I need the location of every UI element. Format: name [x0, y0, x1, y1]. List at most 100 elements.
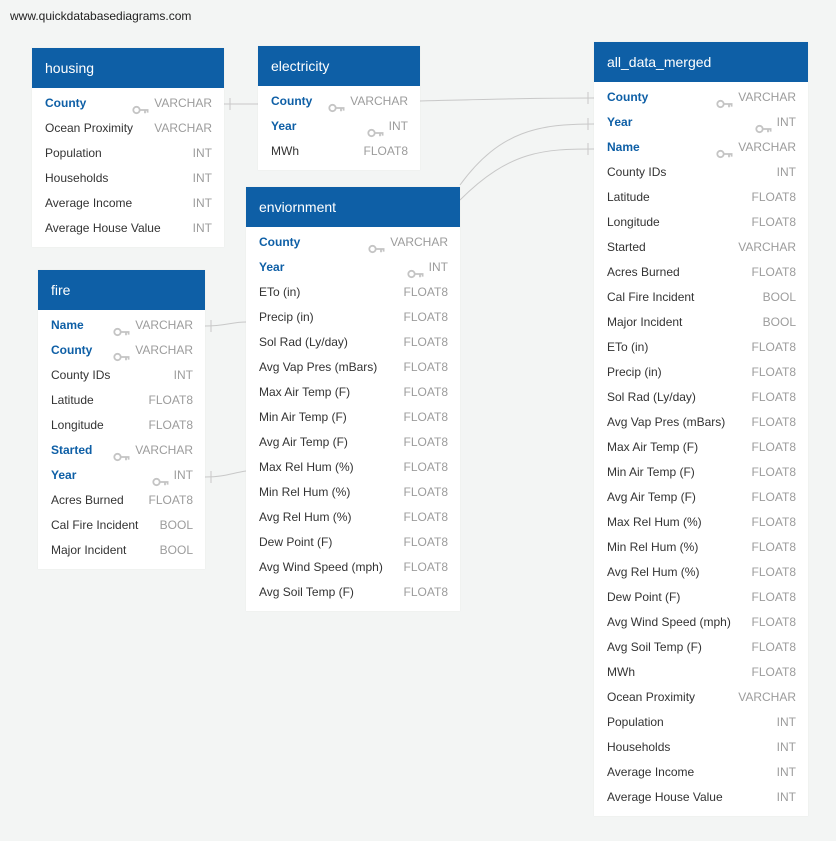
field-row[interactable]: Acres Burned FLOAT8: [594, 260, 808, 285]
field-name: Avg Vap Pres (mBars): [259, 360, 378, 374]
table-title[interactable]: housing: [32, 48, 224, 88]
field-row[interactable]: Min Rel Hum (%) FLOAT8: [246, 480, 460, 505]
field-row[interactable]: County VARCHAR: [258, 89, 420, 114]
field-type: INT: [192, 196, 212, 210]
field-row[interactable]: Precip (in) FLOAT8: [594, 360, 808, 385]
field-row[interactable]: Sol Rad (Ly/day) FLOAT8: [246, 330, 460, 355]
table-title[interactable]: enviornment: [246, 187, 460, 227]
field-row[interactable]: Ocean Proximity VARCHAR: [32, 116, 224, 141]
field-row[interactable]: Avg Soil Temp (F) FLOAT8: [246, 580, 460, 605]
field-row[interactable]: Cal Fire Incident BOOL: [38, 513, 205, 538]
field-row[interactable]: Year INT: [246, 255, 460, 280]
field-row[interactable]: Latitude FLOAT8: [38, 388, 205, 413]
table-electricity[interactable]: electricity County VARCHAR Year INT MWh FLOAT…: [258, 46, 420, 170]
field-row[interactable]: Cal Fire Incident BOOL: [594, 285, 808, 310]
table-housing[interactable]: housing County VARCHAR Ocean Proximity VARC…: [32, 48, 224, 247]
field-row[interactable]: Dew Point (F) FLOAT8: [246, 530, 460, 555]
field-row[interactable]: Avg Vap Pres (mBars) FLOAT8: [246, 355, 460, 380]
field-row[interactable]: Year INT: [258, 114, 420, 139]
field-name: Households: [45, 171, 109, 185]
field-row[interactable]: Year INT: [38, 463, 205, 488]
field-row[interactable]: Average House Value INT: [594, 785, 808, 810]
field-row[interactable]: Avg Rel Hum (%) FLOAT8: [594, 560, 808, 585]
field-row[interactable]: Avg Soil Temp (F) FLOAT8: [594, 635, 808, 660]
field-row[interactable]: Avg Wind Speed (mph) FLOAT8: [246, 555, 460, 580]
field-name: County: [259, 235, 301, 249]
field-type: FLOAT8: [148, 393, 193, 407]
field-row[interactable]: County VARCHAR: [32, 91, 224, 116]
table-title[interactable]: electricity: [258, 46, 420, 86]
field-row[interactable]: MWh FLOAT8: [258, 139, 420, 164]
table-title[interactable]: all_data_merged: [594, 42, 808, 82]
field-type: FLOAT8: [403, 435, 448, 449]
field-name: County IDs: [607, 165, 667, 179]
field-row[interactable]: Sol Rad (Ly/day) FLOAT8: [594, 385, 808, 410]
field-row[interactable]: Acres Burned FLOAT8: [38, 488, 205, 513]
field-row[interactable]: Major Incident BOOL: [594, 310, 808, 335]
field-row[interactable]: Max Air Temp (F) FLOAT8: [246, 380, 460, 405]
key-icon: [132, 99, 150, 114]
field-row[interactable]: County IDs INT: [594, 160, 808, 185]
field-row[interactable]: Average Income INT: [32, 191, 224, 216]
field-row[interactable]: Max Air Temp (F) FLOAT8: [594, 435, 808, 460]
field-row[interactable]: Min Air Temp (F) FLOAT8: [594, 460, 808, 485]
field-type: VARCHAR: [738, 90, 796, 104]
field-row[interactable]: Avg Air Temp (F) FLOAT8: [594, 485, 808, 510]
field-name: MWh: [271, 144, 299, 158]
field-type: INT: [192, 221, 212, 235]
field-name: Min Air Temp (F): [259, 410, 347, 424]
field-type: FLOAT8: [751, 490, 796, 504]
field-row[interactable]: Average House Value INT: [32, 216, 224, 241]
field-row[interactable]: Average Income INT: [594, 760, 808, 785]
field-row[interactable]: County VARCHAR: [246, 230, 460, 255]
field-row[interactable]: County VARCHAR: [594, 85, 808, 110]
field-row[interactable]: Households INT: [594, 735, 808, 760]
field-type: BOOL: [159, 518, 193, 532]
field-row[interactable]: Avg Vap Pres (mBars) FLOAT8: [594, 410, 808, 435]
table-enviornment[interactable]: enviornment County VARCHAR Year INT ETo (in)…: [246, 187, 460, 611]
table-title[interactable]: fire: [38, 270, 205, 310]
key-icon: [716, 143, 734, 158]
field-row[interactable]: Max Rel Hum (%) FLOAT8: [594, 510, 808, 535]
field-row[interactable]: Avg Rel Hum (%) FLOAT8: [246, 505, 460, 530]
field-row[interactable]: Year INT: [594, 110, 808, 135]
field-list: County VARCHAR Year INT ETo (in) FLOAT8 Precip…: [246, 227, 460, 611]
table-all-data-merged[interactable]: all_data_merged County VARCHAR Year INT Name…: [594, 42, 808, 816]
field-type: FLOAT8: [403, 360, 448, 374]
field-name: Name: [607, 140, 640, 154]
key-icon: [755, 118, 773, 133]
field-row[interactable]: Major Incident BOOL: [38, 538, 205, 563]
field-type: FLOAT8: [751, 590, 796, 604]
field-row[interactable]: Ocean Proximity VARCHAR: [594, 685, 808, 710]
field-row[interactable]: ETo (in) FLOAT8: [246, 280, 460, 305]
field-name: Dew Point (F): [259, 535, 333, 549]
field-row[interactable]: Min Rel Hum (%) FLOAT8: [594, 535, 808, 560]
field-row[interactable]: Dew Point (F) FLOAT8: [594, 585, 808, 610]
table-fire[interactable]: fire Name VARCHAR County VARCHAR County IDs I…: [38, 270, 205, 569]
field-row[interactable]: Households INT: [32, 166, 224, 191]
field-row[interactable]: Latitude FLOAT8: [594, 185, 808, 210]
field-name: Cal Fire Incident: [607, 290, 695, 304]
field-row[interactable]: ETo (in) FLOAT8: [594, 335, 808, 360]
field-name: Avg Wind Speed (mph): [259, 560, 383, 574]
field-row[interactable]: County VARCHAR: [38, 338, 205, 363]
field-name: Started: [607, 240, 646, 254]
field-row[interactable]: Avg Air Temp (F) FLOAT8: [246, 430, 460, 455]
field-row[interactable]: Name VARCHAR: [38, 313, 205, 338]
field-row[interactable]: Started VARCHAR: [594, 235, 808, 260]
field-row[interactable]: County IDs INT: [38, 363, 205, 388]
field-row[interactable]: Name VARCHAR: [594, 135, 808, 160]
field-row[interactable]: Avg Wind Speed (mph) FLOAT8: [594, 610, 808, 635]
field-row[interactable]: Started VARCHAR: [38, 438, 205, 463]
field-row[interactable]: MWh FLOAT8: [594, 660, 808, 685]
field-row[interactable]: Min Air Temp (F) FLOAT8: [246, 405, 460, 430]
field-row[interactable]: Max Rel Hum (%) FLOAT8: [246, 455, 460, 480]
field-row[interactable]: Population INT: [594, 710, 808, 735]
field-row[interactable]: Precip (in) FLOAT8: [246, 305, 460, 330]
field-type: BOOL: [762, 315, 796, 329]
field-row[interactable]: Population INT: [32, 141, 224, 166]
field-row[interactable]: Longitude FLOAT8: [594, 210, 808, 235]
field-name: Latitude: [607, 190, 650, 204]
field-row[interactable]: Longitude FLOAT8: [38, 413, 205, 438]
field-type: VARCHAR: [154, 96, 212, 110]
